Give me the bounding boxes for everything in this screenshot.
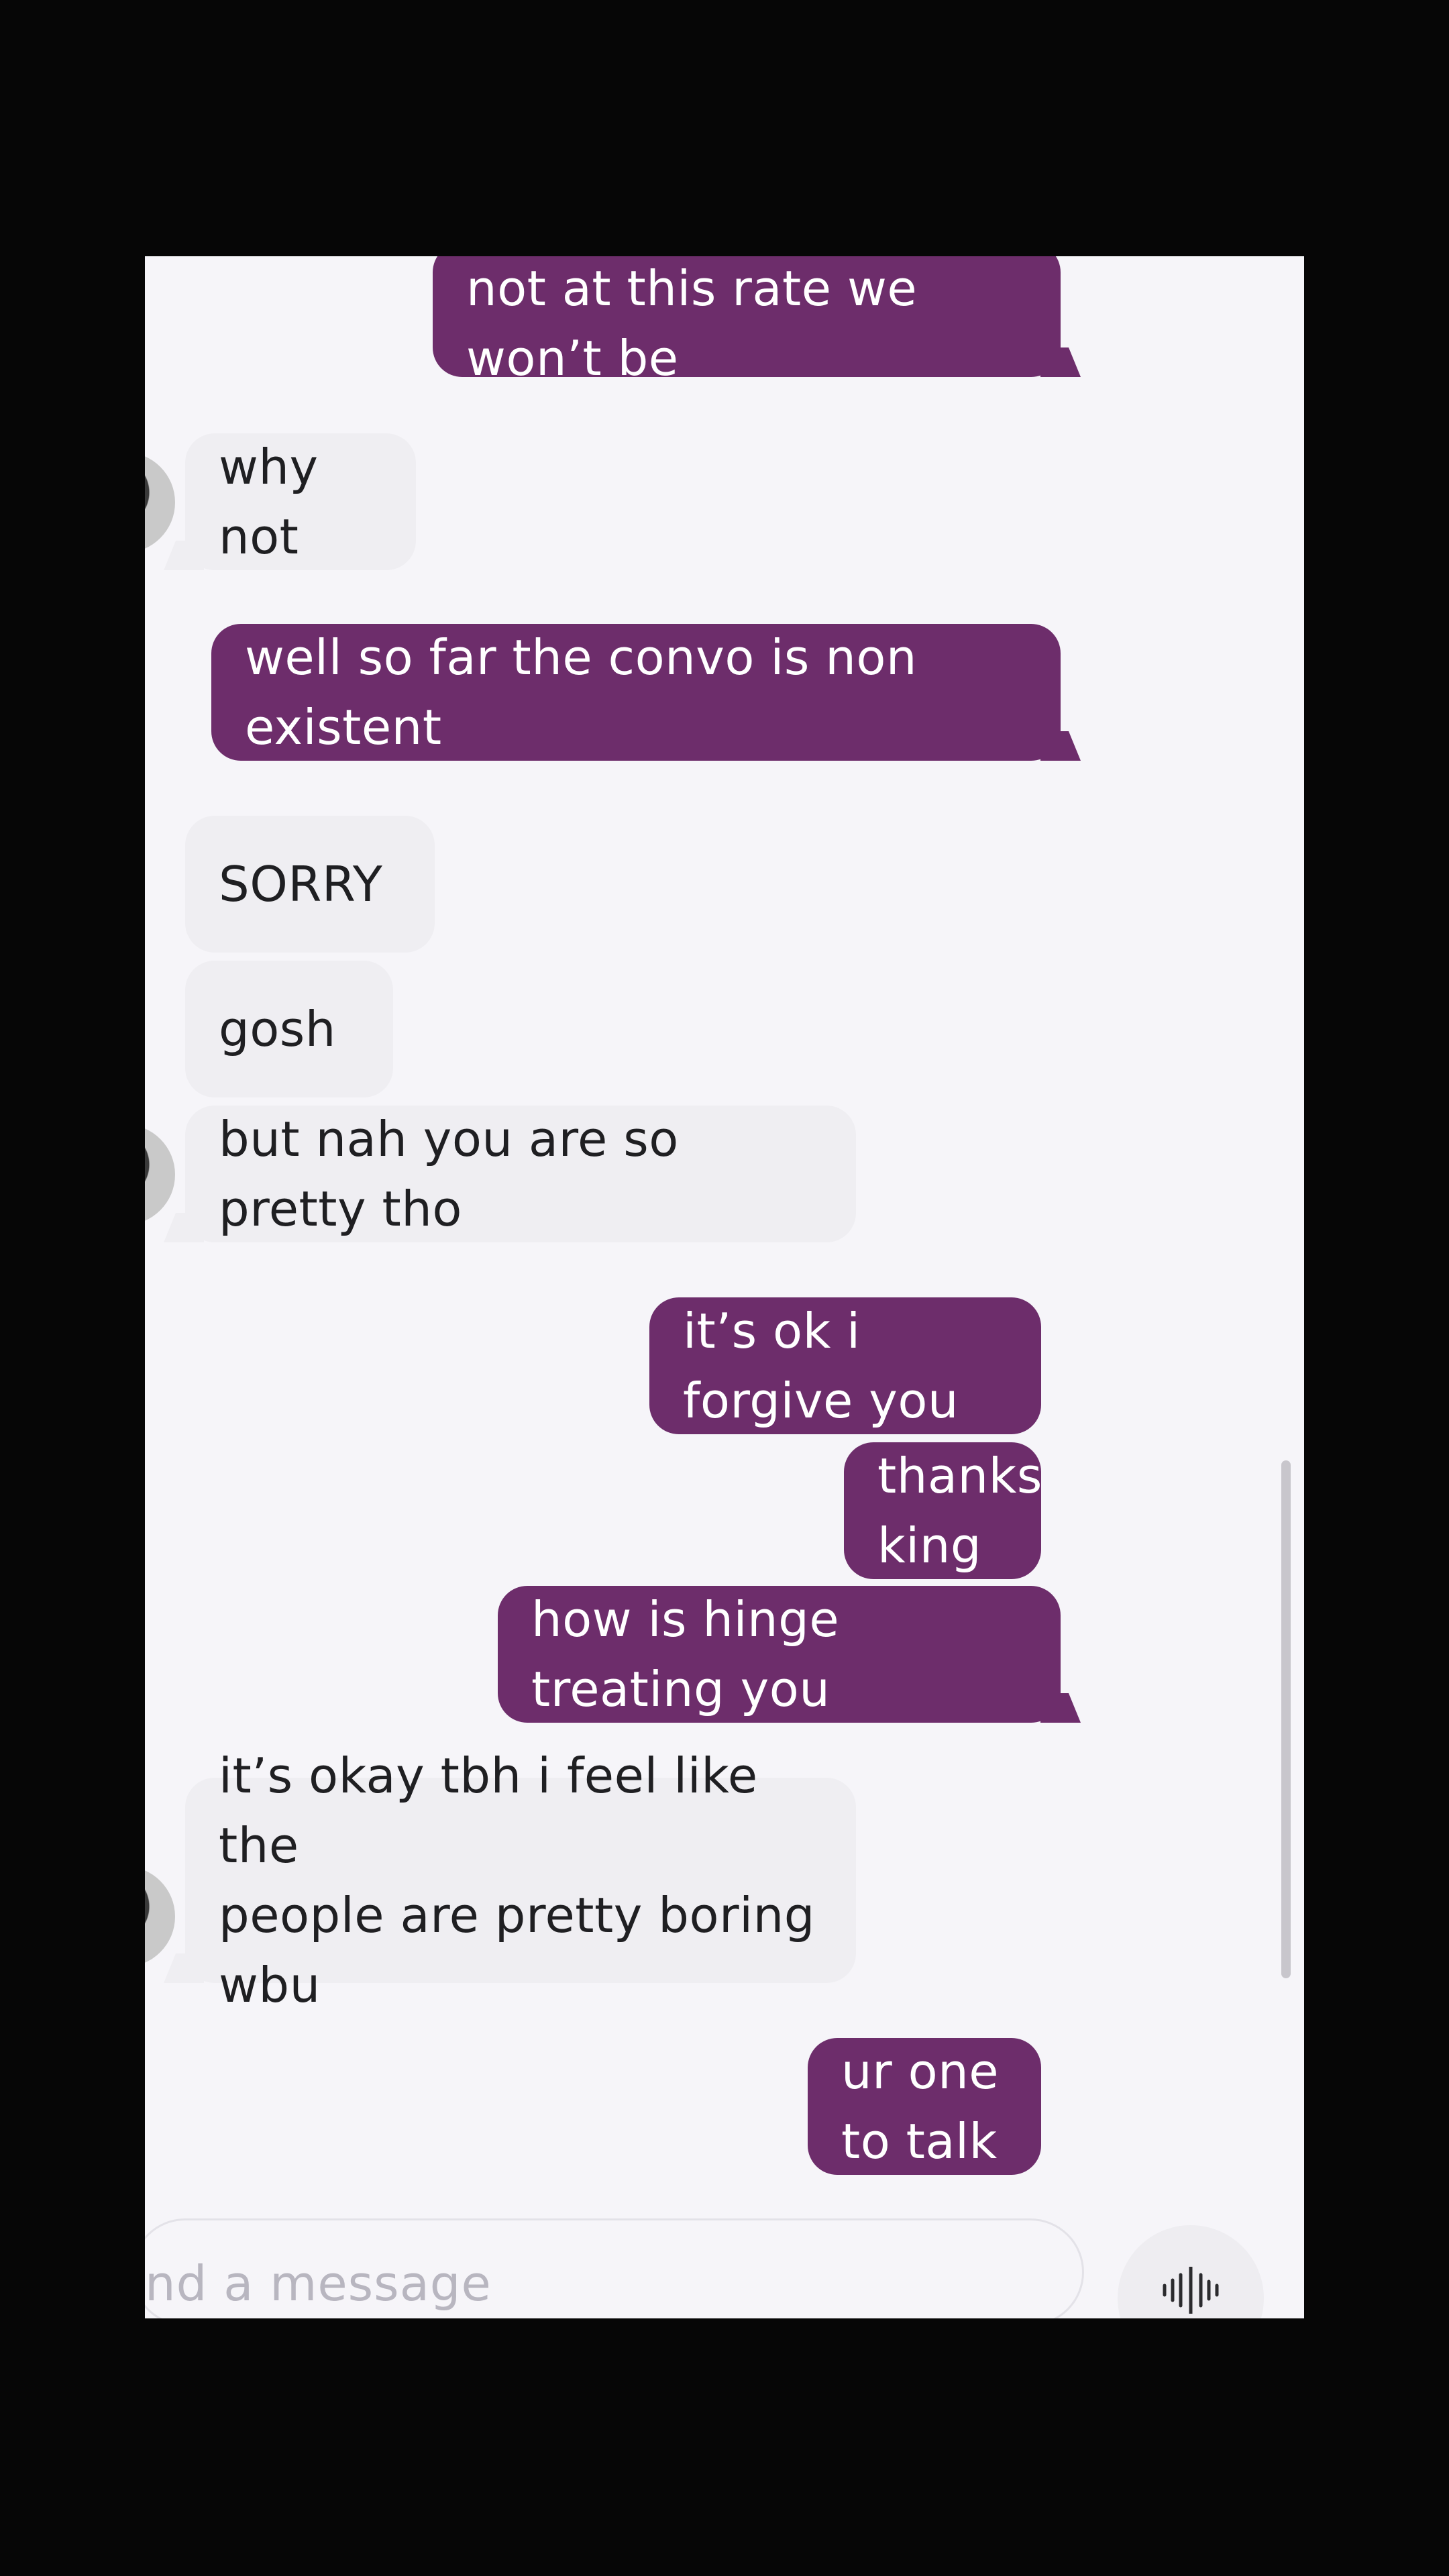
bubble-tail bbox=[1040, 731, 1081, 761]
contact-avatar[interactable] bbox=[145, 1124, 175, 1225]
scrollbar[interactable] bbox=[1281, 1460, 1291, 1978]
outgoing-message[interactable]: it’s ok i forgive you bbox=[649, 1297, 1041, 1434]
message-text: ur one to talk bbox=[841, 2043, 1000, 2169]
incoming-message[interactable]: why not bbox=[185, 433, 416, 570]
bubble-tail bbox=[1040, 347, 1081, 377]
outgoing-message[interactable]: how is hinge treating you bbox=[498, 1586, 1061, 1723]
bubble-tail bbox=[164, 1953, 204, 1983]
message-text: why not bbox=[219, 439, 319, 565]
message-text: thanks king bbox=[877, 1448, 1042, 1574]
waveform-icon bbox=[1163, 2267, 1219, 2314]
message-text: gosh bbox=[219, 1001, 336, 1057]
message-text: not at this rate we won’t be bbox=[466, 260, 918, 386]
contact-avatar[interactable] bbox=[145, 452, 175, 553]
outgoing-message[interactable]: not at this rate we won’t be bbox=[433, 256, 1061, 386]
contact-avatar[interactable] bbox=[145, 1866, 175, 1967]
message-text: it’s ok i forgive you bbox=[683, 1303, 959, 1429]
outgoing-message[interactable]: thanks king bbox=[844, 1442, 1042, 1579]
message-text: it’s okay tbh i feel like the people are… bbox=[219, 1748, 815, 2013]
message-input-placeholder: nd a message bbox=[145, 2255, 492, 2312]
voice-message-button[interactable] bbox=[1118, 2225, 1264, 2318]
incoming-message[interactable]: it’s okay tbh i feel like the people are… bbox=[185, 1748, 856, 2013]
incoming-message[interactable]: SORRY bbox=[185, 816, 435, 953]
bubble-tail bbox=[164, 1213, 204, 1242]
message-text: but nah you are so pretty tho bbox=[219, 1111, 679, 1237]
message-text: SORRY bbox=[219, 856, 383, 912]
outgoing-message[interactable]: well so far the convo is non existent bbox=[211, 624, 1061, 761]
incoming-message[interactable]: gosh bbox=[185, 961, 393, 1097]
bubble-tail bbox=[1040, 1693, 1081, 1723]
incoming-message[interactable]: but nah you are so pretty tho bbox=[185, 1106, 856, 1242]
outgoing-message[interactable]: ur one to talk bbox=[808, 2038, 1041, 2175]
message-text: how is hinge treating you bbox=[531, 1591, 840, 1717]
chat-screen: not at this rate we won’t be why not wel… bbox=[145, 256, 1304, 2318]
bubble-tail bbox=[164, 541, 204, 570]
message-text: well so far the convo is non existent bbox=[245, 629, 918, 755]
